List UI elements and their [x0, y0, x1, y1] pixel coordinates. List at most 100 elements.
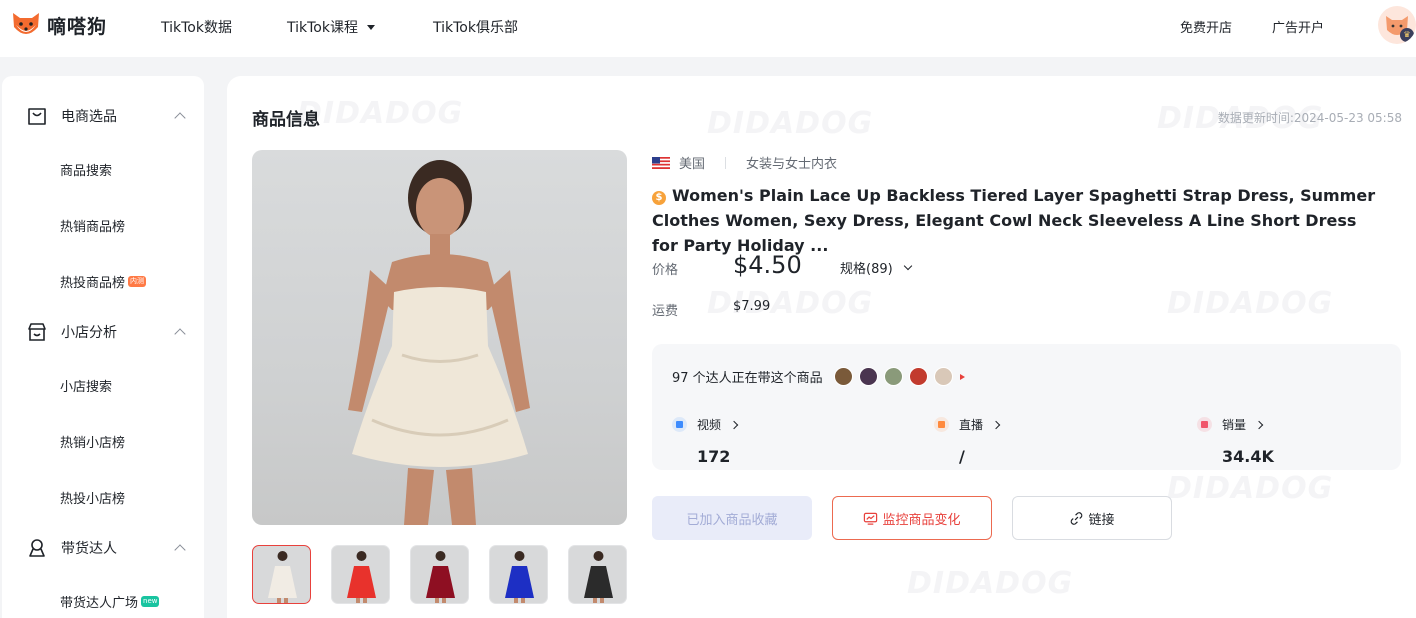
- stat-videos[interactable]: 视频 172: [672, 416, 739, 466]
- creator-avatar[interactable]: [833, 367, 853, 386]
- watermark: DIDADOG: [907, 566, 1074, 601]
- spec-dropdown[interactable]: 规格(89): [840, 258, 912, 277]
- nav-label: TikTok数据: [161, 20, 232, 36]
- caret-down-icon: [366, 24, 375, 30]
- item-label: 热投商品榜: [60, 276, 126, 291]
- thumbnail[interactable]: [568, 545, 627, 604]
- section-label: 带货达人: [61, 541, 117, 557]
- product-title-text: Women's Plain Lace Up Backless Tiered La…: [652, 186, 1376, 255]
- creators-count-text: 97 个达人正在带这个商品: [672, 371, 823, 386]
- ad-account-link[interactable]: 广告开户: [1272, 17, 1324, 36]
- brand-logo[interactable]: 嘀嗒狗: [10, 9, 107, 41]
- dress-thumb-icon: [426, 551, 455, 603]
- dress-model-illustration: [348, 160, 530, 525]
- store-icon: [28, 323, 46, 341]
- shipping-value: $7.99: [733, 299, 771, 314]
- chevron-up-icon[interactable]: [174, 544, 186, 556]
- thumbnail[interactable]: [252, 545, 311, 604]
- dog-logo-icon: [13, 13, 39, 34]
- sidebar-section-store-analysis[interactable]: 小店分析: [26, 321, 117, 343]
- item-label: 热投小店榜: [60, 492, 126, 507]
- shipping-label: 运费: [652, 304, 679, 319]
- creator-icon: [29, 539, 45, 557]
- chevron-right-icon: [1254, 420, 1264, 429]
- sidebar-item-creator-plaza[interactable]: 带货达人广场 new: [60, 592, 160, 611]
- link-icon: [1071, 511, 1083, 525]
- watermark: DIDADOG: [707, 106, 874, 141]
- brand-name: 嘀嗒狗: [47, 15, 108, 38]
- sidebar-item-hot-products[interactable]: 热销商品榜: [60, 216, 125, 235]
- chevron-right-icon: [729, 420, 739, 429]
- thumbnail[interactable]: [489, 545, 548, 604]
- nav-label: TikTok课程: [287, 20, 358, 36]
- price-label: 价格: [652, 263, 679, 278]
- sidebar-item-ad-products[interactable]: 热投商品榜 内测: [60, 272, 147, 291]
- chevron-up-icon[interactable]: [174, 328, 186, 340]
- spec-label: 规格(89): [840, 262, 893, 277]
- page-title: 商品信息: [252, 110, 320, 130]
- divider: [725, 156, 727, 169]
- stat-label: 销量: [1222, 418, 1247, 432]
- chevron-right-icon: [991, 420, 1001, 429]
- link-button[interactable]: 链接: [1012, 496, 1172, 540]
- sidebar-item-product-search[interactable]: 商品搜索: [60, 160, 112, 179]
- thumbnail[interactable]: [331, 545, 390, 604]
- stat-value: 172: [697, 447, 731, 466]
- thumbnail-strip: [252, 545, 627, 604]
- data-update-time: 数据更新时间:2024-05-23 05:58: [1217, 111, 1402, 125]
- creator-avatar[interactable]: [908, 367, 928, 386]
- sidebar-section-product-selection[interactable]: 电商选品: [26, 105, 117, 127]
- nav-tiktok-data[interactable]: TikTok数据: [161, 17, 232, 37]
- stat-live[interactable]: 直播 /: [934, 416, 1001, 466]
- product-info-card: DIDADOG DIDADOG DIDADOG DIDADOG DIDADOG …: [227, 76, 1416, 618]
- item-label: 小店搜索: [60, 380, 113, 395]
- dress-thumb-icon: [268, 551, 297, 603]
- country-label: 美国: [679, 157, 706, 172]
- stat-label: 直播: [959, 418, 984, 432]
- user-avatar[interactable]: ♛: [1378, 6, 1416, 44]
- thumbnail[interactable]: [410, 545, 469, 604]
- section-label: 小店分析: [61, 325, 117, 341]
- open-store-link[interactable]: 免费开店: [1180, 17, 1232, 36]
- monitor-label: 监控商品变化: [882, 512, 961, 528]
- stats-panel: 97 个达人正在带这个商品 视频 172 直播 / 销量 34.4K: [652, 344, 1401, 470]
- price-value: $4.50: [733, 251, 802, 279]
- watermark: DIDADOG: [297, 96, 464, 131]
- product-main-image[interactable]: [252, 150, 627, 525]
- watermark: DIDADOG: [707, 286, 874, 321]
- shopping-bag-icon: [28, 108, 46, 125]
- stat-value: 34.4K: [1222, 447, 1274, 466]
- section-label: 电商选品: [61, 109, 117, 125]
- dress-thumb-icon: [505, 551, 534, 603]
- product-meta: 美国 女装与女士内衣: [652, 153, 837, 172]
- chevron-up-icon[interactable]: [174, 112, 186, 124]
- vip-crown-icon: ♛: [1400, 28, 1414, 42]
- watermark: DIDADOG: [1167, 286, 1334, 321]
- nav-tiktok-course[interactable]: TikTok课程: [287, 17, 375, 37]
- product-title: $ Women's Plain Lace Up Backless Tiered L…: [652, 183, 1382, 258]
- category-label[interactable]: 女装与女士内衣: [746, 153, 837, 172]
- sidebar-item-hot-stores[interactable]: 热销小店榜: [60, 432, 125, 451]
- creator-avatar[interactable]: [933, 367, 953, 386]
- caret-right-icon[interactable]: [959, 373, 965, 380]
- sidebar: 电商选品 商品搜索 热销商品榜 热投商品榜 内测 小店分析 小店搜索 热销小店榜 …: [2, 76, 204, 618]
- nav-tiktok-club[interactable]: TikTok俱乐部: [433, 17, 518, 37]
- dress-thumb-icon: [584, 551, 613, 603]
- item-label: 商品搜索: [60, 164, 113, 179]
- stat-sales[interactable]: 销量 34.4K: [1197, 416, 1274, 466]
- watermark: DIDADOG: [1167, 471, 1334, 506]
- item-label: 热销商品榜: [60, 220, 126, 235]
- sidebar-item-store-search[interactable]: 小店搜索: [60, 376, 112, 395]
- creator-avatar[interactable]: [883, 367, 903, 386]
- sidebar-section-creators[interactable]: 带货达人: [26, 537, 117, 559]
- monitor-icon: [864, 512, 878, 525]
- nav-label: TikTok俱乐部: [433, 20, 518, 36]
- sidebar-item-ad-stores[interactable]: 热投小店榜: [60, 488, 125, 507]
- creator-avatar[interactable]: [858, 367, 878, 386]
- dollar-coin-icon: $: [652, 191, 666, 205]
- creators-row[interactable]: 97 个达人正在带这个商品: [672, 367, 965, 386]
- creator-avatars[interactable]: [833, 367, 959, 386]
- monitor-button[interactable]: 监控商品变化: [832, 496, 992, 540]
- link-label: 链接: [1088, 512, 1115, 528]
- favorite-button[interactable]: 已加入商品收藏: [652, 496, 812, 540]
